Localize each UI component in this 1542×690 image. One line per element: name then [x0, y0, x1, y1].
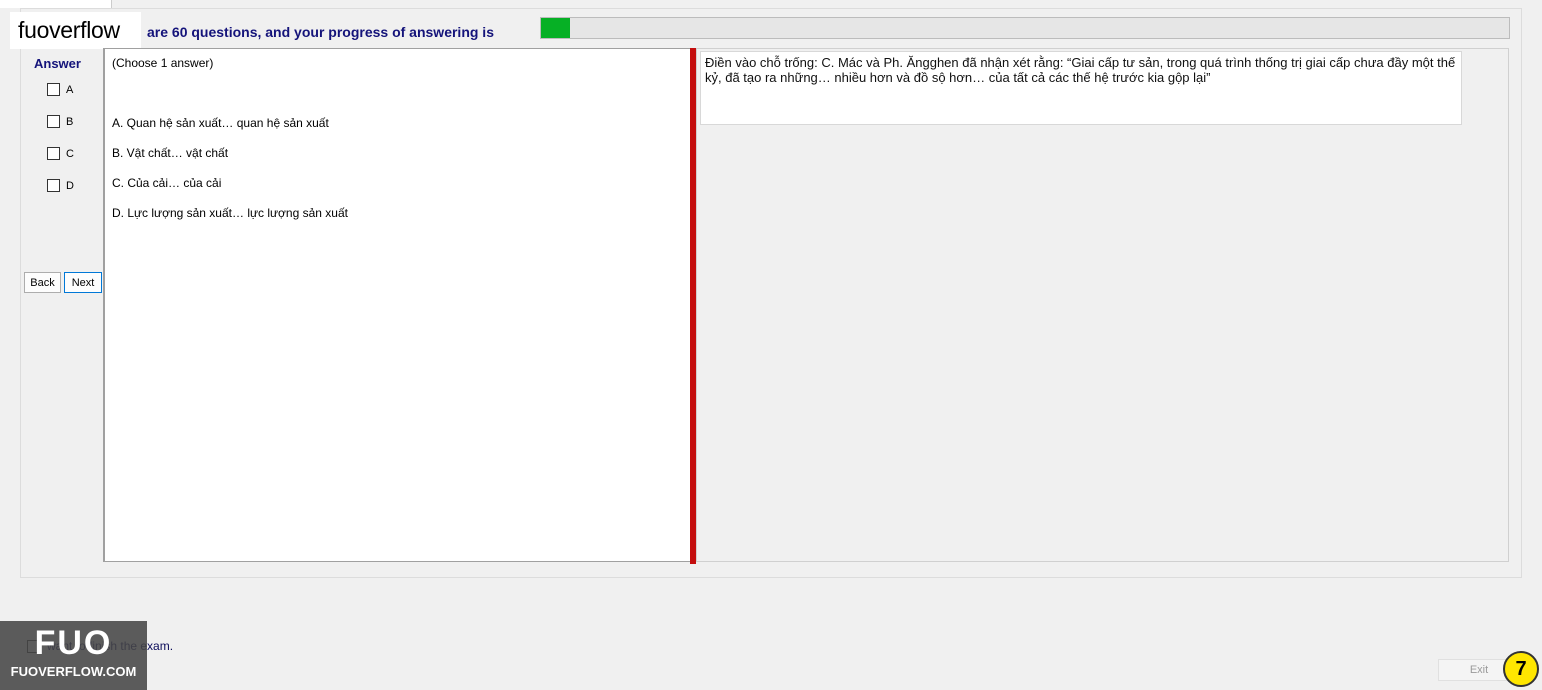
answer-checkbox[interactable]	[47, 83, 60, 96]
answer-option-a[interactable]: A	[47, 83, 73, 96]
answer-title: Answer	[34, 56, 81, 71]
answer-checkbox[interactable]	[47, 115, 60, 128]
page-number-badge: 7	[1503, 651, 1539, 687]
answer-option-label: D	[66, 179, 74, 192]
question-panel: Điền vào chỗ trống: C. Mác và Ph. Ăngghe…	[696, 48, 1509, 562]
answer-option-b[interactable]: B	[47, 115, 73, 128]
top-tab-strip	[0, 0, 112, 8]
answer-option-label: C	[66, 147, 74, 160]
next-button[interactable]: Next	[64, 272, 102, 293]
fuo-logo: FUO FUOVERFLOW.COM	[0, 621, 147, 690]
option-text-c: C. Của cải… của cải	[112, 176, 222, 190]
options-panel: (Choose 1 answer) A. Quan hệ sản xuất… q…	[103, 48, 691, 562]
question-text: Điền vào chỗ trống: C. Mác và Ph. Ăngghe…	[700, 51, 1462, 125]
logo-mark: FUO	[34, 624, 113, 662]
choose-hint: (Choose 1 answer)	[112, 56, 214, 70]
progress-fill	[541, 18, 571, 38]
progress-text: are 60 questions, and your progress of a…	[147, 24, 494, 40]
progress-bar	[540, 17, 1510, 39]
option-text-b: B. Vật chất… vật chất	[112, 146, 229, 160]
logo-text: FUOVERFLOW.COM	[10, 664, 137, 679]
option-text-d: D. Lực lượng sản xuất… lực lượng sản xuấ…	[112, 206, 348, 220]
answer-option-label: B	[66, 115, 74, 128]
answer-option-d[interactable]: D	[47, 179, 74, 192]
back-button[interactable]: Back	[24, 272, 61, 293]
answer-option-c[interactable]: C	[47, 147, 74, 160]
option-text-a: A. Quan hệ sản xuất… quan hệ sản xuất	[112, 116, 329, 130]
answer-checkbox[interactable]	[47, 147, 60, 160]
answer-option-label: A	[66, 83, 74, 96]
answer-checkbox[interactable]	[47, 179, 60, 192]
watermark-badge: fuoverflow	[10, 12, 141, 49]
